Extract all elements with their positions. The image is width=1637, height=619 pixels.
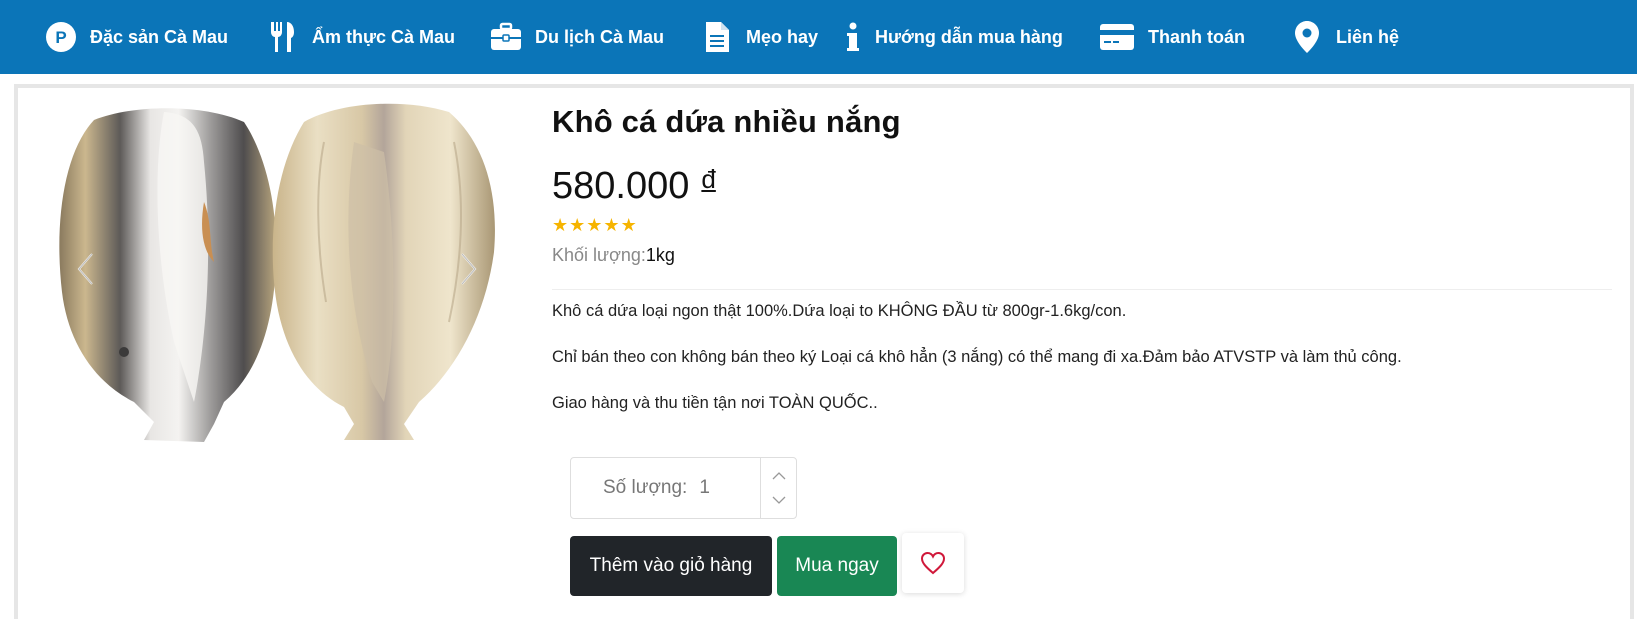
nav-item-dac-san[interactable]: P Đặc sản Cà Mau: [44, 0, 228, 74]
wishlist-button[interactable]: [902, 533, 964, 593]
nav-label: Đặc sản Cà Mau: [90, 26, 229, 47]
nav-item-thanh-toan[interactable]: Thanh toán: [1100, 0, 1245, 74]
star-icon: ★: [620, 215, 637, 235]
briefcase-icon: [489, 20, 523, 54]
carousel-prev-arrow[interactable]: [76, 252, 96, 285]
nav-label: Du lịch Cà Mau: [535, 26, 665, 47]
nav-label: Liên hệ: [1336, 26, 1400, 47]
star-icon: ★: [569, 215, 586, 235]
nav-label: Hướng dẫn mua hàng: [875, 26, 1063, 47]
quantity-stepper: Số lượng:: [570, 457, 797, 519]
nav-label: Thanh toán: [1148, 26, 1245, 47]
credit-card-icon: [1100, 20, 1134, 54]
star-icon: ★: [586, 215, 603, 235]
product-weight: Khối lượng:1kg: [552, 245, 675, 266]
chevron-right-icon: [461, 253, 477, 285]
quantity-spinner: [760, 458, 796, 518]
nav-item-am-thuc[interactable]: Ẩm thực Cà Mau: [266, 0, 455, 74]
rating-stars: ★ ★ ★ ★ ★: [552, 216, 637, 234]
chevron-left-icon: [77, 253, 93, 285]
map-pin-icon: [1290, 20, 1324, 54]
carousel-next-arrow[interactable]: [458, 252, 478, 285]
quantity-input[interactable]: [699, 477, 740, 499]
weight-label: Khối lượng:: [552, 245, 646, 265]
chevron-down-icon[interactable]: [772, 491, 786, 509]
chevron-up-icon[interactable]: [772, 467, 786, 485]
product-image: [59, 103, 495, 443]
price-currency: đ: [701, 164, 716, 194]
divider: [552, 289, 1612, 290]
description-line: Khô cá dứa loại ngon thật 100%.Dứa loại …: [552, 302, 1127, 320]
buy-now-button[interactable]: Mua ngay: [777, 536, 897, 596]
nav-label: Mẹo hay: [746, 26, 819, 47]
add-to-cart-button[interactable]: Thêm vào giỏ hàng: [570, 536, 772, 596]
product-image-gallery[interactable]: [54, 102, 544, 462]
nav-item-huong-dan[interactable]: Hướng dẫn mua hàng: [843, 0, 1063, 74]
price-value: 580.000: [552, 165, 690, 207]
product-title: Khô cá dứa nhiều nắng: [552, 104, 901, 139]
product-price: 580.000 đ: [552, 164, 716, 208]
description-line: Chỉ bán theo con không bán theo ký Loại …: [552, 348, 1402, 366]
top-navigation: P Đặc sản Cà Mau Ẩm thực Cà Mau Du lịch …: [0, 0, 1637, 74]
nav-label: Ẩm thực Cà Mau: [312, 26, 456, 47]
info-icon: [843, 20, 863, 54]
svg-text:P: P: [55, 28, 66, 47]
description-line: Giao hàng và thu tiền tận nơi TOÀN QUỐC.…: [552, 394, 878, 412]
document-icon: [700, 20, 734, 54]
star-icon: ★: [552, 215, 569, 235]
quantity-label: Số lượng:: [603, 477, 688, 498]
heart-icon: [920, 551, 946, 575]
nav-item-du-lich[interactable]: Du lịch Cà Mau: [489, 0, 664, 74]
nav-item-lien-he[interactable]: Liên hệ: [1290, 0, 1399, 74]
fork-knife-icon: [266, 20, 300, 54]
nav-item-meo-hay[interactable]: Mẹo hay: [700, 0, 818, 74]
p-circle-icon: P: [44, 20, 78, 54]
weight-value: 1kg: [645, 245, 675, 265]
star-icon: ★: [603, 215, 620, 235]
